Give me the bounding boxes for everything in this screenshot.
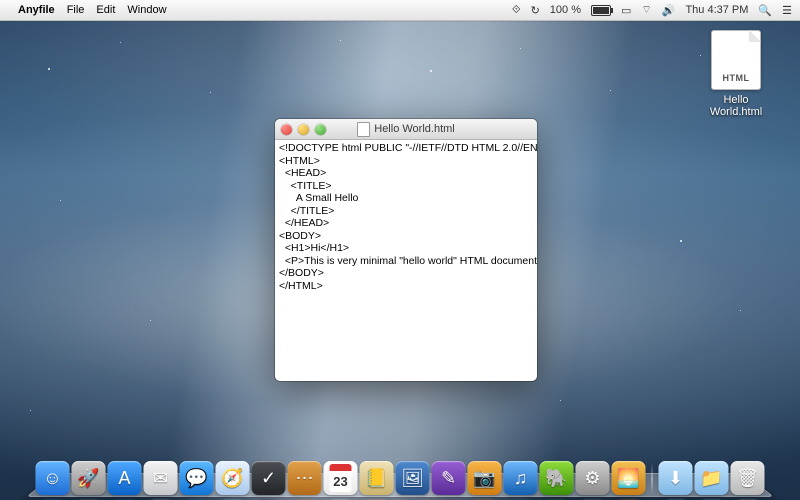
evernote-icon: 🐘 [545, 468, 567, 489]
dock-notes[interactable]: 📒 [360, 461, 394, 495]
text-app-icon: ✎ [441, 468, 456, 489]
dock-reeder[interactable]: ⋯ [288, 461, 322, 495]
desktop-file-hello-world[interactable]: HTML Hello World.html [700, 30, 772, 118]
dock-calendar[interactable]: 23 [324, 461, 358, 495]
dock-evernote[interactable]: 🐘 [540, 461, 574, 495]
window-titlebar[interactable]: Hello World.html [275, 119, 537, 140]
dock-launchpad[interactable]: 🚀 [72, 461, 106, 495]
trash-icon: 🗑 [736, 468, 759, 489]
close-button[interactable] [281, 124, 292, 135]
dock-finder[interactable]: ☺ [36, 461, 70, 495]
folder-icon: 📁 [700, 468, 722, 489]
dock-trash[interactable]: 🗑 [731, 461, 765, 495]
dock-reminders[interactable]: ✓ [252, 461, 286, 495]
iphoto-icon: 🌅 [617, 468, 639, 489]
document-proxy-icon[interactable] [357, 122, 370, 137]
spotlight-icon[interactable]: 🔍 [758, 4, 772, 17]
photo-booth-icon: 📷 [473, 468, 495, 489]
menu-file[interactable]: File [67, 4, 85, 16]
dock-system-prefs[interactable]: ⚙ [576, 461, 610, 495]
preview-icon: 🖼 [401, 468, 424, 489]
dock-itunes[interactable]: ♫ [504, 461, 538, 495]
dock-preview[interactable]: 🖼 [396, 461, 430, 495]
menu-edit[interactable]: Edit [96, 4, 115, 16]
system-prefs-icon: ⚙ [584, 468, 600, 489]
time-machine-icon[interactable]: ↻ [531, 4, 540, 17]
messages-icon: 💬 [185, 468, 207, 489]
dropbox-icon[interactable]: ⟐ [512, 4, 521, 17]
dock: ☺ 🚀 A ✉ 💬 🧭 ✓ ⋯ 23 📒 🖼 ✎ 📷 ♫ 🐘 ⚙ 🌅 ⬇ 📁 🗑 [26, 457, 775, 497]
file-name: Hello World.html [700, 94, 772, 118]
window-title: Hello World.html [374, 123, 455, 135]
dock-mail[interactable]: ✉ [144, 461, 178, 495]
dock-text-app[interactable]: ✎ [432, 461, 466, 495]
dock-separator [652, 463, 653, 495]
wifi-icon[interactable]: ⌔ [641, 3, 651, 17]
calendar-icon: 23 [329, 464, 351, 492]
dock-downloads[interactable]: ⬇ [659, 461, 693, 495]
minimize-button[interactable] [298, 124, 309, 135]
menu-window[interactable]: Window [127, 4, 166, 16]
clock[interactable]: Thu 4:37 PM [685, 4, 748, 16]
menu-bar: Anyfile File Edit Window ⟐ ↻ 100 % ▭ ⌔ 🔊… [0, 0, 800, 21]
reminders-icon: ✓ [261, 468, 276, 489]
volume-icon[interactable]: 🔊 [662, 4, 676, 17]
dock-safari[interactable]: 🧭 [216, 461, 250, 495]
finder-icon: ☺ [43, 468, 61, 489]
text-editor-window: Hello World.html <!DOCTYPE html PUBLIC "… [275, 119, 537, 381]
safari-icon: 🧭 [221, 468, 243, 489]
reeder-icon: ⋯ [296, 468, 314, 489]
dock-photo-booth[interactable]: 📷 [468, 461, 502, 495]
file-badge: HTML [712, 73, 760, 83]
dock-app-store[interactable]: A [108, 461, 142, 495]
document-content[interactable]: <!DOCTYPE html PUBLIC "-//IETF//DTD HTML… [275, 140, 537, 294]
zoom-button[interactable] [315, 124, 326, 135]
app-store-icon: A [118, 468, 130, 489]
app-menu[interactable]: Anyfile [18, 4, 55, 16]
downloads-icon: ⬇ [668, 468, 683, 489]
battery-percent[interactable]: 100 % [550, 4, 581, 16]
notes-icon: 📒 [365, 468, 387, 489]
itunes-icon: ♫ [514, 468, 528, 489]
dock-folder[interactable]: 📁 [695, 461, 729, 495]
mail-icon: ✉ [153, 468, 168, 489]
dock-iphoto[interactable]: 🌅 [612, 461, 646, 495]
battery-icon[interactable] [591, 5, 611, 16]
airplay-icon[interactable]: ▭ [621, 4, 631, 17]
dock-messages[interactable]: 💬 [180, 461, 214, 495]
launchpad-icon: 🚀 [77, 468, 99, 489]
notification-center-icon[interactable]: ☰ [782, 4, 792, 17]
